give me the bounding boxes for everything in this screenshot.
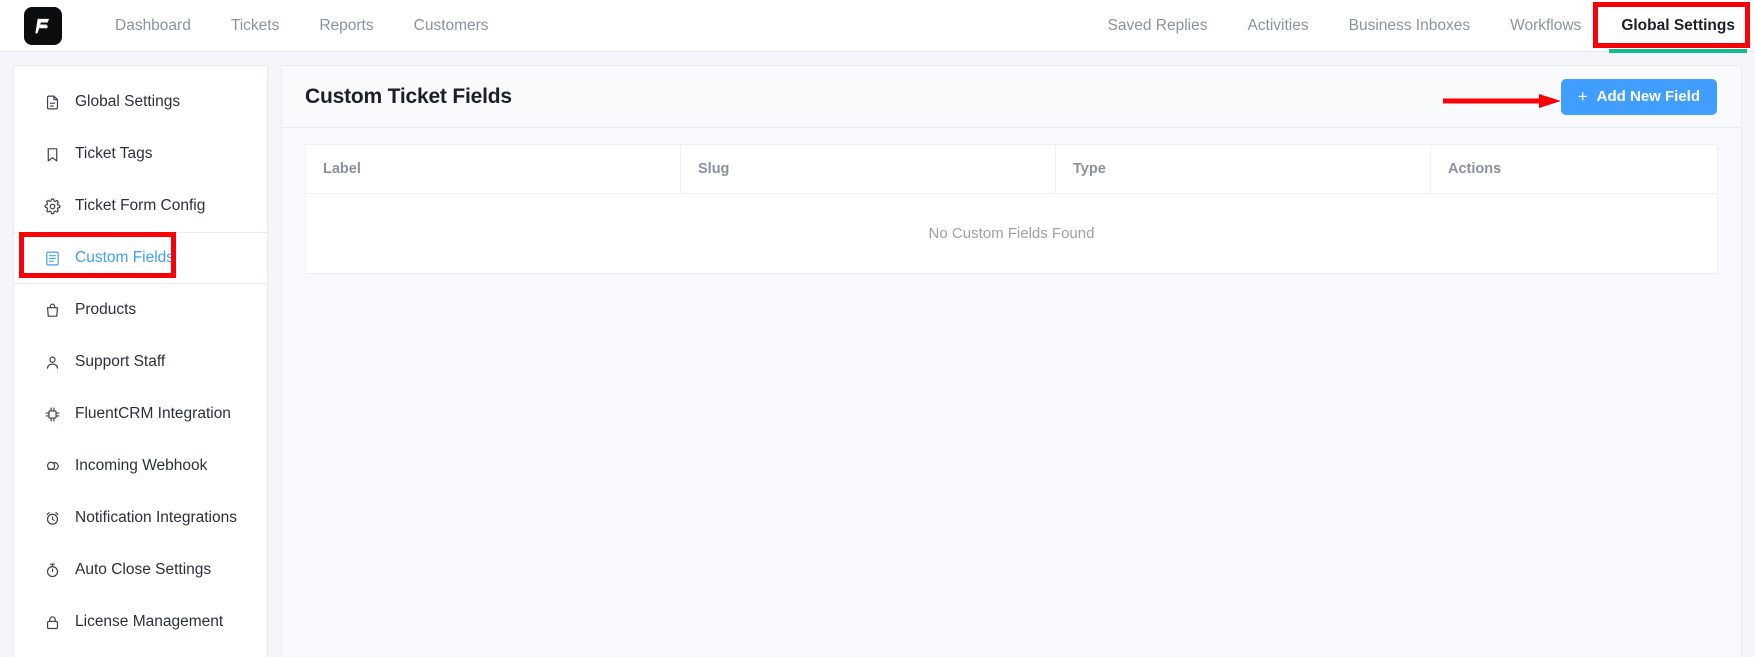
nav-business-inboxes[interactable]: Business Inboxes	[1329, 0, 1491, 52]
table-empty-row: No Custom Fields Found	[305, 193, 1718, 274]
nav-workflows[interactable]: Workflows	[1490, 0, 1601, 52]
sidebar-item-label: Ticket Form Config	[75, 197, 206, 214]
webhook-icon	[43, 457, 61, 475]
sidebar-item-label: Products	[75, 301, 137, 318]
column-header-type[interactable]: Type	[1055, 144, 1431, 194]
nav-dashboard[interactable]: Dashboard	[95, 0, 211, 52]
user-icon	[43, 353, 61, 371]
top-navigation-bar: Dashboard Tickets Reports Customers Save…	[0, 0, 1755, 53]
primary-nav-right: Saved Replies Activities Business Inboxe…	[1088, 0, 1755, 53]
table-header: Label Slug Type Actions	[305, 144, 1718, 194]
nav-tickets[interactable]: Tickets	[211, 0, 300, 52]
table-header-row: Label Slug Type Actions	[305, 144, 1718, 194]
sidebar-item-ticket-form-config[interactable]: Ticket Form Config	[14, 180, 267, 232]
sidebar-item-label: License Management	[75, 613, 224, 630]
gear-icon	[43, 197, 61, 215]
content-header: Custom Ticket Fields + Add New Field	[282, 66, 1741, 128]
nav-saved-replies[interactable]: Saved Replies	[1088, 0, 1228, 52]
add-new-field-button[interactable]: + Add New Field	[1560, 78, 1717, 115]
nav-customers[interactable]: Customers	[394, 0, 509, 52]
sidebar-item-auto-close-settings[interactable]: Auto Close Settings	[14, 544, 267, 596]
list-document-icon	[43, 249, 61, 267]
sidebar-item-global-settings[interactable]: Global Settings	[14, 76, 267, 128]
sidebar-item-ticket-tags[interactable]: Ticket Tags	[14, 128, 267, 180]
sidebar-item-label: Support Staff	[75, 353, 166, 370]
lock-icon	[43, 613, 61, 631]
primary-nav-left: Dashboard Tickets Reports Customers	[95, 0, 509, 52]
add-new-field-label: Add New Field	[1596, 88, 1700, 105]
sidebar-item-label: Ticket Tags	[75, 145, 153, 162]
sidebar-item-incoming-webhook[interactable]: Incoming Webhook	[14, 440, 267, 492]
page-body: Global Settings Ticket Tags Ticket Form …	[0, 52, 1755, 657]
sidebar-item-label: Global Settings	[75, 93, 181, 110]
column-header-slug[interactable]: Slug	[680, 144, 1056, 194]
column-header-actions[interactable]: Actions	[1430, 144, 1718, 194]
sidebar-item-license-management[interactable]: License Management	[14, 596, 267, 648]
alarm-icon	[43, 509, 61, 527]
chip-icon	[43, 405, 61, 423]
sidebar-item-custom-fields[interactable]: Custom Fields	[14, 232, 267, 284]
fluent-support-logo-icon[interactable]	[24, 6, 62, 45]
bag-icon	[43, 301, 61, 319]
timer-icon	[43, 561, 61, 579]
sidebar-item-fluentcrm-integration[interactable]: FluentCRM Integration	[14, 388, 267, 440]
sidebar-item-notification-integrations[interactable]: Notification Integrations	[14, 492, 267, 544]
sidebar-item-label: Notification Integrations	[75, 509, 237, 526]
sidebar-item-label: FluentCRM Integration	[75, 405, 231, 422]
settings-sidebar: Global Settings Ticket Tags Ticket Form …	[13, 65, 268, 657]
empty-state-message: No Custom Fields Found	[305, 193, 1718, 274]
bookmark-icon	[43, 145, 61, 163]
content-body: Label Slug Type Actions No Custom Fields…	[282, 128, 1741, 274]
column-header-label[interactable]: Label	[305, 144, 681, 194]
sidebar-item-label: Custom Fields	[75, 249, 175, 266]
document-icon	[43, 93, 61, 111]
sidebar-item-label: Incoming Webhook	[75, 457, 208, 474]
sidebar-item-support-staff[interactable]: Support Staff	[14, 336, 267, 388]
sidebar-item-products[interactable]: Products	[14, 284, 267, 336]
custom-fields-table: Label Slug Type Actions No Custom Fields…	[305, 144, 1718, 274]
table-body: No Custom Fields Found	[305, 193, 1718, 274]
page-title: Custom Ticket Fields	[305, 84, 512, 108]
plus-icon: +	[1577, 87, 1588, 106]
main-content-panel: Custom Ticket Fields + Add New Field Lab…	[281, 65, 1742, 657]
nav-global-settings[interactable]: Global Settings	[1601, 0, 1755, 53]
nav-reports[interactable]: Reports	[299, 0, 393, 52]
sidebar-item-label: Auto Close Settings	[75, 561, 212, 578]
nav-activities[interactable]: Activities	[1227, 0, 1328, 52]
